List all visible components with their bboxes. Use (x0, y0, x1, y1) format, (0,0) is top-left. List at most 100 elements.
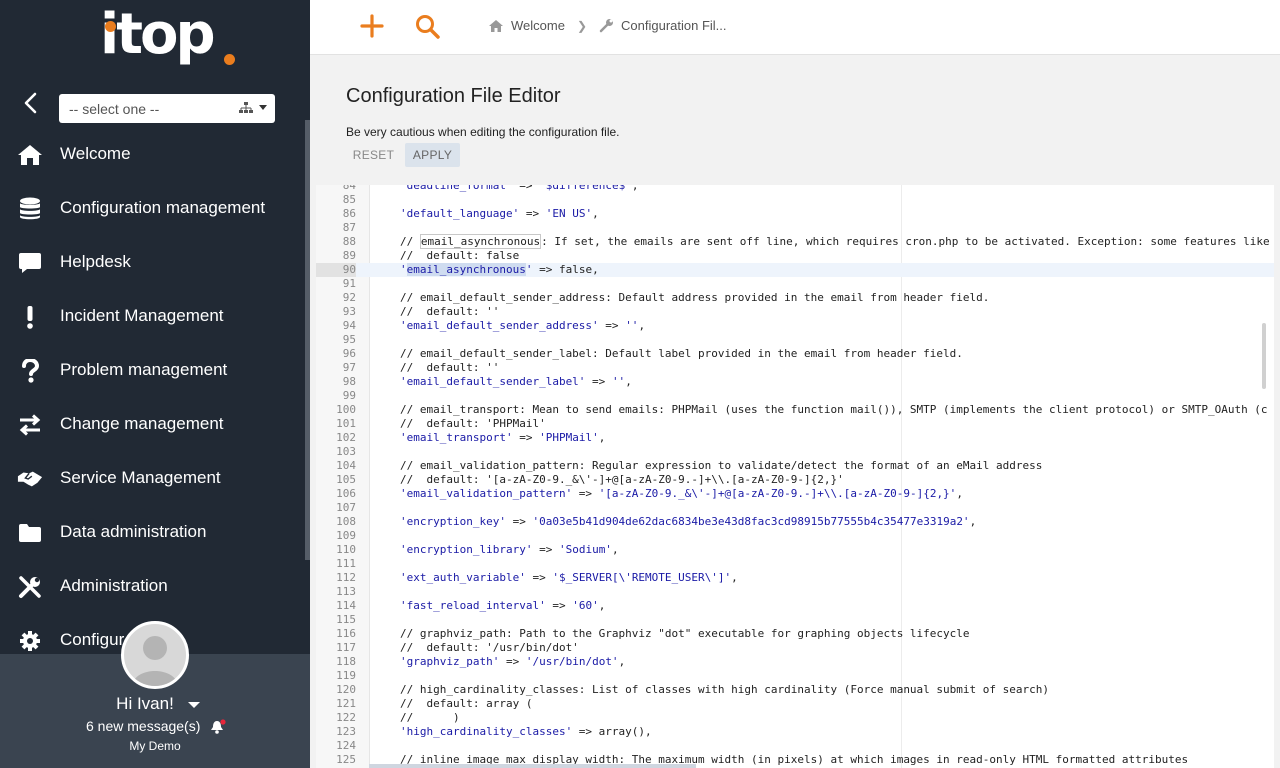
database-icon (17, 196, 43, 222)
line-code: // ) (400, 711, 460, 724)
code-line[interactable]: 120 // high_cardinality_classes: List of … (316, 683, 1274, 697)
line-number: 117 (336, 641, 356, 654)
user-greeting[interactable]: Hi Ivan! (0, 694, 310, 714)
code-line[interactable]: 89 // default: false (316, 249, 1274, 263)
code-line[interactable]: 92 // email_default_sender_address: Defau… (316, 291, 1274, 305)
code-line[interactable]: 104 // email_validation_pattern: Regular … (316, 459, 1274, 473)
chevron-down-icon[interactable] (259, 105, 267, 110)
code-line[interactable]: 101 // default: 'PHPMail' (316, 417, 1274, 431)
code-line[interactable]: 108 'encryption_key' => '0a03e5b41d904de6… (316, 515, 1274, 529)
line-code: 'graphviz_path' => '/usr/bin/dot', (400, 655, 626, 668)
avatar[interactable] (121, 621, 189, 689)
line-number: 88 (342, 235, 356, 248)
line-number: 114 (336, 599, 356, 612)
menu-item-problem-management[interactable]: Problem management (0, 344, 310, 398)
gear-icon (17, 628, 43, 654)
code-line[interactable]: 122 // ) (316, 711, 1274, 725)
collapse-sidebar-icon[interactable] (18, 90, 44, 116)
line-code: // email_transport: Mean to send emails:… (400, 403, 1268, 416)
line-code: // default: false (400, 249, 520, 262)
line-number: 112 (336, 571, 356, 584)
hierarchy-icon[interactable] (239, 101, 253, 117)
code-line[interactable]: 105 // default: '[a-zA-Z0-9._&\'-]+@[a-zA… (316, 473, 1274, 487)
line-number: 116 (336, 627, 356, 640)
itop-logo[interactable]: itop (100, 2, 240, 80)
code-line[interactable]: 96 // email_default_sender_label: Default… (316, 347, 1274, 361)
line-code: 'email_default_sender_label' => '', (400, 375, 632, 388)
line-code: 'email_default_sender_address' => '', (400, 319, 646, 332)
code-line[interactable]: 91 (316, 277, 1274, 291)
code-line[interactable]: 107 (316, 501, 1274, 515)
new-messages-text[interactable]: 6 new message(s) (86, 718, 200, 734)
code-line[interactable]: 110 'encryption_library' => 'Sodium', (316, 543, 1274, 557)
apply-button[interactable]: APPLY (405, 143, 460, 167)
breadcrumb-welcome[interactable]: Welcome (488, 18, 565, 33)
menu-item-configuration-management[interactable]: Configuration management (0, 182, 310, 236)
code-line[interactable]: 100 // email_transport: Mean to send emai… (316, 403, 1274, 417)
bell-icon[interactable] (210, 719, 226, 739)
code-line[interactable]: 114 'fast_reload_interval' => '60', (316, 599, 1274, 613)
code-line[interactable]: 84 'deadline_format' => '$difference$', (316, 185, 1274, 193)
top-bar: Welcome ❯ Configuration Fil... (310, 0, 1280, 55)
code-line[interactable]: 88 // email_asynchronous: If set, the ema… (316, 234, 1274, 249)
config-code-editor[interactable]: 84 'deadline_format' => '$difference$', 85… (316, 185, 1274, 768)
menu-label: Configuration management (60, 198, 266, 217)
code-line[interactable]: 118 'graphviz_path' => '/usr/bin/dot', (316, 655, 1274, 669)
sidebar-scrollbar[interactable] (305, 120, 310, 560)
chevron-down-icon[interactable] (188, 702, 200, 708)
organization-select[interactable]: -- select one -- (59, 94, 275, 123)
code-line[interactable]: 123 'high_cardinality_classes' => array()… (316, 725, 1274, 739)
breadcrumb-configuration-file[interactable]: Configuration Fil... (599, 18, 727, 33)
code-line[interactable]: 106 'email_validation_pattern' => '[a-zA-… (316, 487, 1274, 501)
code-line[interactable]: 97 // default: '' (316, 361, 1274, 375)
menu-item-incident-management[interactable]: Incident Management (0, 290, 310, 344)
menu-item-helpdesk[interactable]: Helpdesk (0, 236, 310, 290)
code-line[interactable]: 113 (316, 585, 1274, 599)
home-icon (489, 19, 503, 32)
code-line[interactable]: 112 'ext_auth_variable' => '$_SERVER[\'RE… (316, 571, 1274, 585)
line-number: 118 (336, 655, 356, 668)
editor-horizontal-scrollbar[interactable] (369, 764, 1274, 768)
code-line[interactable]: 86 'default_language' => 'EN US', (316, 207, 1274, 221)
code-line[interactable]: 93 // default: '' (316, 305, 1274, 319)
line-number: 100 (336, 403, 356, 416)
line-code: 'default_language' => 'EN US', (400, 207, 599, 220)
code-line[interactable]: 121 // default: array ( (316, 697, 1274, 711)
sidebar: itop -- select one -- Welcome Configurat… (0, 0, 310, 768)
line-number: 104 (336, 459, 356, 472)
code-line[interactable]: 94 'email_default_sender_address' => '', (316, 319, 1274, 333)
code-line[interactable]: 90 'email_asynchronous' => false, (316, 263, 1274, 277)
line-code: // email_default_sender_label: Default l… (400, 347, 963, 360)
code-line[interactable]: 98 'email_default_sender_label' => '', (316, 375, 1274, 389)
code-line[interactable]: 119 (316, 669, 1274, 683)
search-icon[interactable] (415, 13, 441, 43)
exchange-icon (17, 412, 43, 438)
line-number: 110 (336, 543, 356, 556)
code-line[interactable]: 115 (316, 613, 1274, 627)
menu-item-administration[interactable]: Administration (0, 560, 310, 614)
line-number: 85 (342, 193, 356, 206)
line-number: 108 (336, 515, 356, 528)
code-line[interactable]: 99 (316, 389, 1274, 403)
code-line[interactable]: 102 'email_transport' => 'PHPMail', (316, 431, 1274, 445)
code-line[interactable]: 111 (316, 557, 1274, 571)
line-number: 125 (336, 753, 356, 766)
line-number: 121 (336, 697, 356, 710)
line-number: 119 (336, 669, 356, 682)
code-line[interactable]: 117 // default: '/usr/bin/dot' (316, 641, 1274, 655)
line-code: 'high_cardinality_classes' => array(), (400, 725, 652, 738)
menu-item-change-management[interactable]: Change management (0, 398, 310, 452)
editor-vertical-scrollbar[interactable] (1262, 323, 1266, 389)
code-line[interactable]: 109 (316, 529, 1274, 543)
menu-item-welcome[interactable]: Welcome (0, 128, 310, 182)
code-line[interactable]: 103 (316, 445, 1274, 459)
code-line[interactable]: 87 (316, 221, 1274, 235)
reset-button[interactable]: RESET (346, 143, 401, 167)
code-line[interactable]: 85 (316, 193, 1274, 207)
menu-item-service-management[interactable]: Service Management (0, 452, 310, 506)
code-line[interactable]: 124 (316, 739, 1274, 753)
menu-item-data-administration[interactable]: Data administration (0, 506, 310, 560)
new-object-plus-icon[interactable] (360, 13, 384, 43)
code-line[interactable]: 95 (316, 333, 1274, 347)
code-line[interactable]: 116 // graphviz_path: Path to the Graphvi… (316, 627, 1274, 641)
